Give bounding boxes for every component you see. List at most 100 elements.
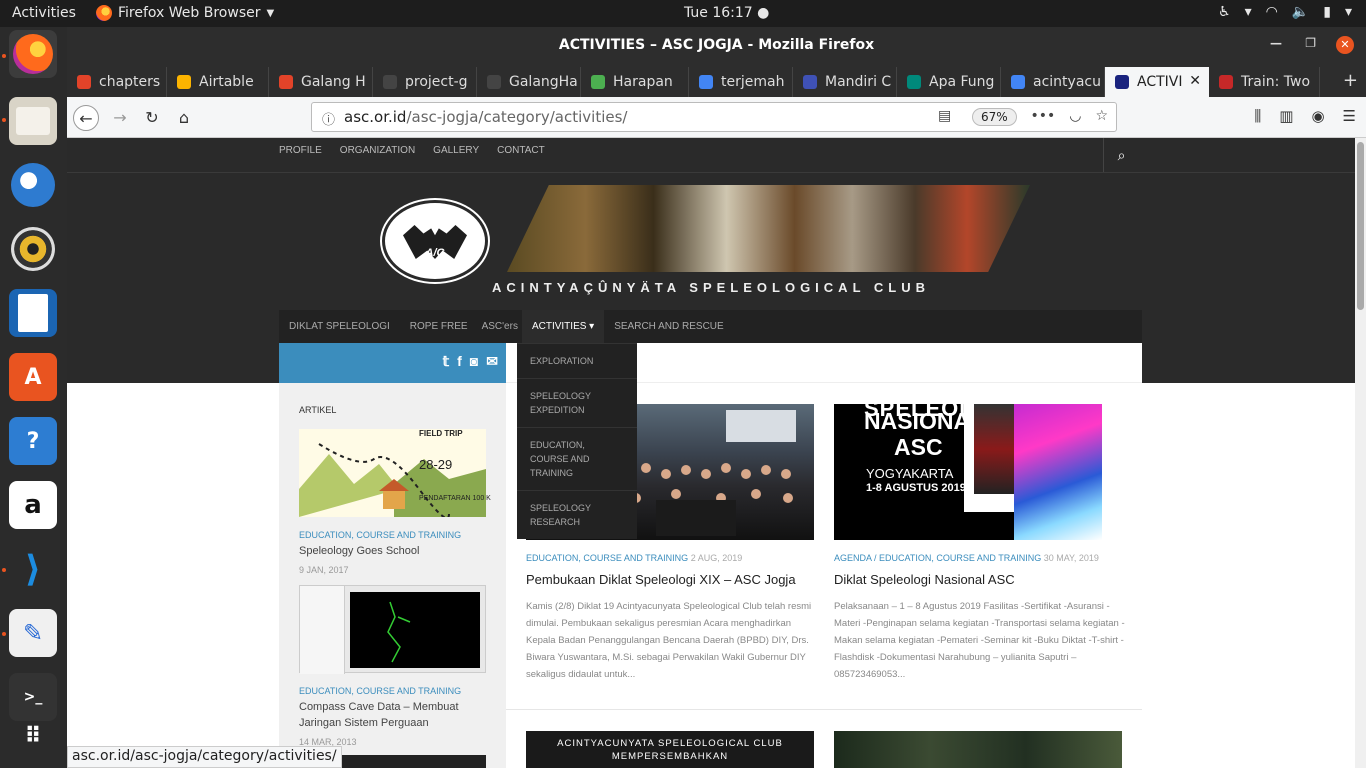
instagram-icon[interactable]: ◙ — [470, 353, 478, 370]
account-icon[interactable]: ◉ — [1311, 107, 1324, 125]
sidebar-icon[interactable]: ▥ — [1279, 107, 1293, 125]
dock-amazon[interactable]: a — [9, 481, 57, 529]
nav-rope-free[interactable]: ROPE FREE — [400, 310, 478, 343]
social-links: 𝕥 f ◙ ✉ — [443, 353, 498, 370]
dock-rhythmbox[interactable] — [9, 225, 57, 273]
nav-ascers[interactable]: ASC'ers — [478, 310, 522, 343]
sidebar-post-thumbnail[interactable] — [299, 429, 486, 517]
forward-button[interactable]: → — [107, 105, 133, 131]
site-search-button[interactable]: ⌕ — [1103, 138, 1139, 172]
app-menu[interactable]: Firefox Web Browser ▼ — [96, 5, 274, 21]
browser-tab[interactable]: acintyacu — [1001, 67, 1105, 97]
dropdown-item-speleology-expedition[interactable]: SPELEOLOGY EXPEDITION — [517, 379, 637, 428]
activities-button[interactable]: Activities — [12, 5, 76, 21]
twitter-icon[interactable]: 𝕥 — [443, 353, 450, 370]
post-image-forest[interactable] — [834, 731, 1122, 768]
url-text[interactable]: asc.or.id/asc-jogja/category/activities/ — [344, 108, 627, 126]
close-tab-icon[interactable]: ✕ — [1189, 73, 1201, 89]
dock-libreoffice-writer[interactable] — [9, 289, 57, 337]
browser-tab[interactable]: Airtable — [167, 67, 269, 97]
show-applications-button[interactable]: ⠿ — [9, 712, 57, 760]
browser-tab[interactable]: Mandiri C — [793, 67, 897, 97]
minimize-icon[interactable]: — — [1270, 36, 1282, 50]
chevron-down-icon: ▼ — [266, 7, 275, 19]
reload-button[interactable]: ↻ — [139, 105, 165, 131]
close-window-button[interactable]: ✕ — [1336, 36, 1354, 54]
favicon-icon — [177, 75, 191, 89]
site-info-icon[interactable]: ⓘ — [322, 109, 335, 128]
nav-organization[interactable]: ORGANIZATION — [340, 145, 415, 165]
mail-icon[interactable]: ✉ — [486, 353, 498, 370]
dropdown-item-exploration[interactable]: EXPLORATION — [517, 344, 637, 379]
grid-icon: ⠿ — [24, 723, 42, 749]
sidebar-post-category[interactable]: EDUCATION, COURSE AND TRAINING — [299, 686, 461, 696]
firefox-icon — [13, 34, 53, 74]
library-icon[interactable]: ⫼ — [1254, 107, 1261, 125]
dock-firefox[interactable] — [9, 30, 57, 78]
browser-tab[interactable]: project-g — [373, 67, 477, 97]
nav-profile[interactable]: PROFILE — [279, 145, 322, 165]
accessibility-icon[interactable]: ♿ — [1218, 4, 1231, 20]
running-indicator — [2, 632, 6, 636]
scrollbar-thumb[interactable] — [1357, 142, 1364, 310]
system-tray[interactable]: ♿ ▾ ◠ 🔈 ▮ ▾ — [1218, 4, 1352, 20]
dock-text-editor[interactable]: ✎ — [9, 609, 57, 657]
pocket-icon[interactable]: ◡ — [1069, 108, 1081, 124]
battery-icon[interactable]: ▮ — [1323, 4, 1331, 20]
browser-tab[interactable]: GalangHa — [477, 67, 581, 97]
activities-dropdown-menu: EXPLORATION SPELEOLOGY EXPEDITION EDUCAT… — [517, 343, 637, 539]
page-scrollbar[interactable] — [1355, 138, 1366, 768]
volume-icon[interactable]: 🔈 — [1292, 4, 1309, 20]
wifi-icon[interactable]: ◠ — [1266, 4, 1278, 20]
browser-tab[interactable]: chapters — [67, 67, 167, 97]
post-category[interactable]: EDUCATION, COURSE AND TRAINING — [526, 553, 688, 563]
nav-activities[interactable]: ACTIVITIES ▾ — [521, 310, 605, 343]
nav-contact[interactable]: CONTACT — [497, 145, 545, 165]
url-bar[interactable]: ⓘ asc.or.id/asc-jogja/category/activitie… — [311, 102, 1117, 132]
site-logo[interactable]: A/C — [382, 200, 488, 282]
post-category[interactable]: AGENDA / EDUCATION, COURSE AND TRAINING — [834, 553, 1041, 563]
sidebar-post-thumbnail[interactable] — [299, 585, 486, 674]
sidebar-post-category[interactable]: EDUCATION, COURSE AND TRAINING — [299, 530, 461, 540]
browser-tab[interactable]: Apa Fung — [897, 67, 1001, 97]
favicon-icon — [803, 75, 817, 89]
post-excerpt: Kamis (2/8) Diklat 19 Acintyacunyata Spe… — [526, 601, 812, 680]
dropdown-item-speleology-research[interactable]: SPELEOLOGY RESEARCH — [517, 491, 637, 539]
reader-view-icon[interactable]: ▤ — [938, 108, 951, 124]
dock-software-center[interactable]: A — [9, 353, 57, 401]
tab-label: Airtable — [199, 74, 254, 90]
browser-tab[interactable]: ACTIVI ✕ — [1105, 67, 1209, 97]
post-image-asc-presents[interactable]: ACINTYACUNYATA SPELEOLOGICAL CLUB MEMPER… — [526, 731, 814, 768]
dropdown-item-education-course-training[interactable]: EDUCATION, COURSE AND TRAINING — [517, 428, 637, 491]
post-title[interactable]: Pembukaan Diklat Speleologi XIX – ASC Jo… — [526, 572, 796, 587]
sidebar-post-title[interactable]: Speleology Goes School — [299, 543, 489, 559]
sidebar-post-title[interactable]: Compass Cave Data – Membuat Jaringan Sis… — [299, 699, 489, 731]
bookmark-star-icon[interactable]: ☆ — [1095, 108, 1108, 124]
tab-label: project-g — [405, 74, 468, 90]
dock-files[interactable] — [9, 97, 57, 145]
maximize-icon[interactable]: ❐ — [1305, 36, 1316, 50]
browser-tab[interactable]: Harapan — [581, 67, 689, 97]
post-image-diklat-poster[interactable]: SPELEOLOGI NASIONAL ASC YOGYAKARTA 1-8 A… — [834, 404, 1122, 540]
vscode-icon: ⟩ — [24, 548, 42, 590]
zoom-indicator[interactable]: 67% — [972, 108, 1017, 126]
dock-thunderbird[interactable] — [9, 161, 57, 209]
new-tab-button[interactable]: + — [1343, 70, 1358, 91]
nav-gallery[interactable]: GALLERY — [433, 145, 479, 165]
browser-tab[interactable]: Train: Two — [1209, 67, 1320, 97]
page-actions-icon[interactable]: ••• — [1030, 108, 1055, 124]
browser-tab[interactable]: terjemah — [689, 67, 793, 97]
clock[interactable]: Tue 16:17 ● — [684, 5, 769, 21]
facebook-icon[interactable]: f — [457, 353, 462, 370]
favicon-icon — [1219, 75, 1233, 89]
back-button[interactable]: ← — [73, 105, 99, 131]
post-title[interactable]: Diklat Speleologi Nasional ASC — [834, 572, 1015, 587]
dock-vscode[interactable]: ⟩ — [9, 545, 57, 593]
dock-help[interactable]: ? — [9, 417, 57, 465]
home-button[interactable]: ⌂ — [171, 105, 197, 131]
poster-presents-text: MEMPERSEMBAHKAN — [611, 751, 729, 762]
menu-icon[interactable]: ☰ — [1343, 107, 1356, 125]
browser-tab[interactable]: Galang H — [269, 67, 373, 97]
nav-diklat-speleologi[interactable]: DIKLAT SPELEOLOGI — [279, 310, 400, 343]
nav-search-and-rescue[interactable]: SEARCH AND RESCUE — [604, 310, 733, 343]
